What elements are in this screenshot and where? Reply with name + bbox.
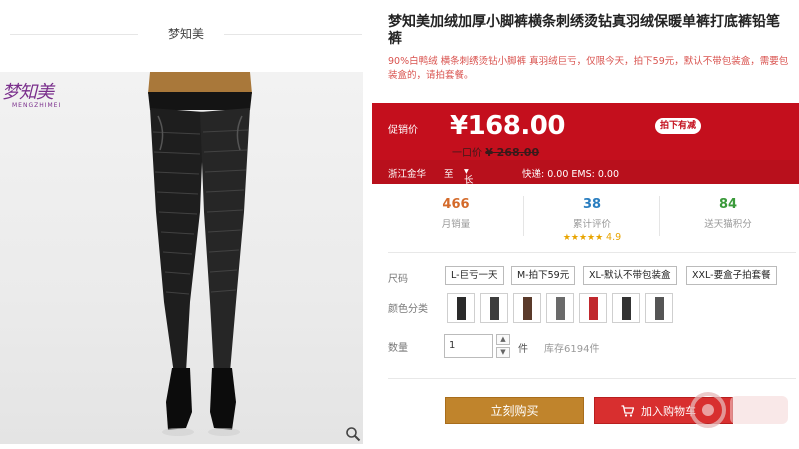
size-option-xl[interactable]: XL-默认不带包装盒	[583, 266, 677, 285]
original-price-value: ¥ 268.00	[485, 146, 540, 159]
stat-points: 84 送天猫积分	[660, 193, 796, 243]
ship-fee: 快递: 0.00 EMS: 0.00	[522, 169, 619, 180]
size-option-l[interactable]: L-巨亏一天	[445, 266, 504, 285]
quantity-decrease-button[interactable]: ▼	[496, 347, 510, 358]
quantity-input[interactable]: 1	[444, 334, 493, 358]
quantity-increase-button[interactable]: ▲	[496, 334, 510, 345]
product-page: 梦知美 梦知美 MENGZHIMEI 梦知美加绒加厚小脚裤横条刺绣烫钻真羽绒保暖…	[0, 0, 799, 449]
watermark-logo	[690, 392, 788, 428]
pants-illustration	[148, 72, 252, 436]
ship-to-label: 至	[444, 169, 454, 180]
quantity-unit: 件	[518, 344, 528, 355]
points-label: 送天猫积分	[704, 219, 752, 230]
color-swatch-pattern[interactable]	[546, 293, 574, 323]
brand-logo-en: MENGZHIMEI	[12, 102, 62, 109]
color-swatch-dark-gray[interactable]	[480, 293, 508, 323]
store-header: 梦知美	[10, 14, 362, 54]
ship-from: 浙江金华	[388, 169, 427, 180]
size-option-m[interactable]: M-拍下59元	[511, 266, 576, 285]
color-swatch-charcoal[interactable]	[612, 293, 640, 323]
brand-logo-cn: 梦知美	[2, 82, 54, 103]
size-option-xxl[interactable]: XXL-要盒子拍套餐	[686, 266, 777, 285]
promo-price-label: 促销价	[388, 125, 418, 136]
size-label: 尺码	[388, 274, 408, 285]
original-price-label: 一口价	[452, 148, 482, 159]
reviews-label: 累计评价	[572, 219, 611, 230]
color-label: 颜色分类	[388, 304, 428, 315]
brand-logo: 梦知美 MENGZHIMEI	[2, 78, 72, 109]
reviews-value: 38	[582, 197, 602, 212]
cart-icon	[621, 405, 634, 417]
color-swatch-red[interactable]	[579, 293, 607, 323]
color-swatch-black[interactable]	[447, 293, 475, 323]
rating-stars: ★★★★★ 4.9	[524, 232, 660, 243]
rating-value: 4.9	[606, 232, 622, 243]
stat-reviews[interactable]: 38 累计评价 ★★★★★ 4.9	[524, 193, 660, 243]
original-price: 一口价 ¥ 268.00	[452, 144, 539, 159]
zoom-icon[interactable]	[345, 426, 361, 442]
ship-destination-select[interactable]: 长沙 ▾	[464, 166, 474, 200]
stat-monthly-sales: 466 月销量	[388, 193, 524, 243]
buy-now-button[interactable]: 立刻购买	[445, 397, 584, 424]
header-divider-right	[224, 34, 362, 35]
product-title: 梦知美加绒加厚小脚裤横条刺绣烫钻真羽绒保暖单裤打底裤铅笔裤	[388, 14, 780, 47]
product-image[interactable]	[0, 72, 363, 444]
promo-price: ¥168.00	[450, 111, 565, 141]
discount-badge: 拍下有减	[655, 118, 702, 134]
stats-bar: 466 月销量 38 累计评价 ★★★★★ 4.9 84 送天猫积分	[388, 193, 796, 245]
stock-count: 库存6194件	[544, 344, 600, 355]
color-swatch-gray[interactable]	[645, 293, 673, 323]
points-value: 84	[718, 197, 738, 212]
product-subtitle: 90%白鸭绒 横条刺绣烫钻小脚裤 真羽绒巨亏，仅限今天，拍下59元，默认不带包装…	[388, 56, 789, 81]
color-swatch-brown[interactable]	[513, 293, 541, 323]
quantity-label: 数量	[388, 343, 408, 354]
monthly-sales-label: 月销量	[441, 219, 471, 230]
section-divider	[388, 252, 796, 253]
star-icons: ★★★★★	[562, 233, 604, 243]
monthly-sales-value: 466	[442, 197, 470, 212]
shipping-bar: 浙江金华 至 长沙 ▾ 快递: 0.00 EMS: 0.00	[372, 160, 799, 200]
section-divider	[388, 378, 796, 379]
